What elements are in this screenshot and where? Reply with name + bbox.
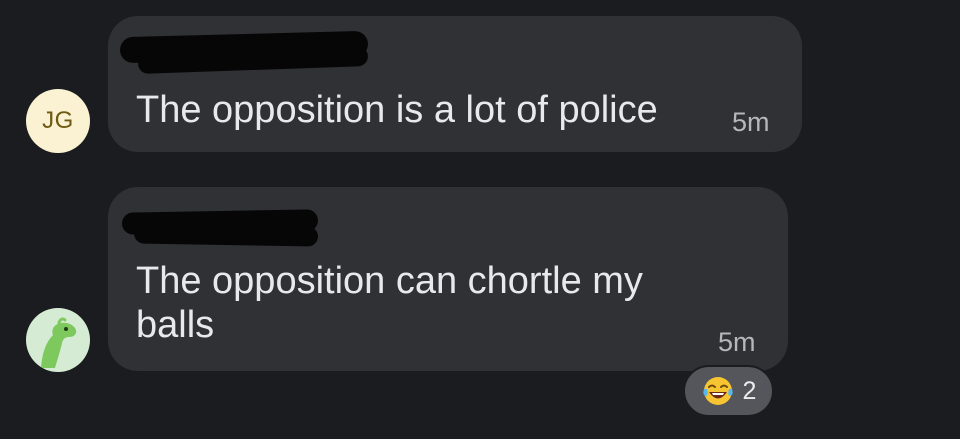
message-bubble[interactable]: The opposition is a lot of police 5m	[108, 16, 802, 152]
message-text: The opposition can chortle my balls	[136, 260, 643, 346]
message-timestamp: 5m	[732, 107, 770, 137]
message-text: The opposition is a lot of police	[136, 89, 658, 131]
message-bubble[interactable]: The opposition can chortle my balls 5m	[108, 187, 788, 371]
message-timestamp: 5m	[718, 327, 756, 357]
tears-of-joy-emoji-icon	[702, 377, 733, 405]
sender-avatar[interactable]	[26, 308, 90, 372]
sender-avatar[interactable]: JG	[26, 89, 90, 153]
avatar-initials: JG	[42, 107, 74, 134]
reaction-chip[interactable]: 2	[683, 365, 774, 417]
dinosaur-avatar-icon	[41, 317, 77, 368]
reaction-count: 2	[742, 376, 757, 405]
chat-thread: JG The opposition is a lot of police 5m …	[0, 0, 960, 439]
